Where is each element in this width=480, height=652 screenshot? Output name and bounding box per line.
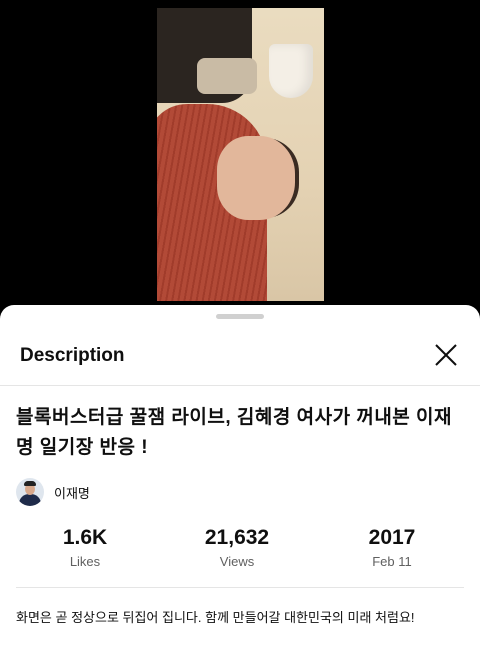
video-background-object bbox=[197, 58, 257, 94]
publish-date: Feb 11 bbox=[372, 554, 412, 569]
likes-stat: 1.6K Likes bbox=[20, 525, 150, 569]
views-stat: 21,632 Views bbox=[172, 525, 302, 569]
description-sheet: Description 블록버스터급 꿀잼 라이브, 김혜경 여사가 꺼내본 이… bbox=[0, 305, 480, 652]
video-frame[interactable] bbox=[157, 8, 324, 301]
video-title: 블록버스터급 꿀잼 라이브, 김혜경 여사가 꺼내본 이재명 일기장 반응 ! bbox=[16, 407, 453, 458]
header-divider bbox=[0, 385, 480, 386]
likes-count: 1.6K bbox=[62, 526, 108, 549]
stats-divider bbox=[16, 587, 464, 588]
stats-row: 1.6K Likes 21,632 Views 2017 Feb 11 bbox=[0, 525, 480, 575]
close-icon bbox=[435, 344, 457, 366]
date-stat: 2017 Feb 11 bbox=[327, 525, 457, 569]
views-count: 21,632 bbox=[204, 526, 270, 549]
sheet-title: Description bbox=[20, 345, 125, 366]
description-text: 화면은 곧 정상으로 뒤집어 집니다. 함께 만들어갈 대한민국의 미래 처럼요… bbox=[16, 610, 415, 625]
video-person-face bbox=[217, 136, 295, 220]
drag-handle[interactable] bbox=[216, 314, 264, 319]
close-button[interactable] bbox=[432, 341, 460, 369]
video-background-lamp bbox=[269, 44, 313, 98]
likes-label: Likes bbox=[69, 554, 101, 569]
channel-link[interactable]: 이재명 bbox=[16, 477, 90, 507]
video-player[interactable] bbox=[0, 0, 480, 305]
channel-name[interactable]: 이재명 bbox=[54, 483, 90, 502]
views-label: Views bbox=[219, 554, 255, 569]
publish-year: 2017 bbox=[368, 526, 416, 549]
avatar[interactable] bbox=[16, 478, 44, 506]
